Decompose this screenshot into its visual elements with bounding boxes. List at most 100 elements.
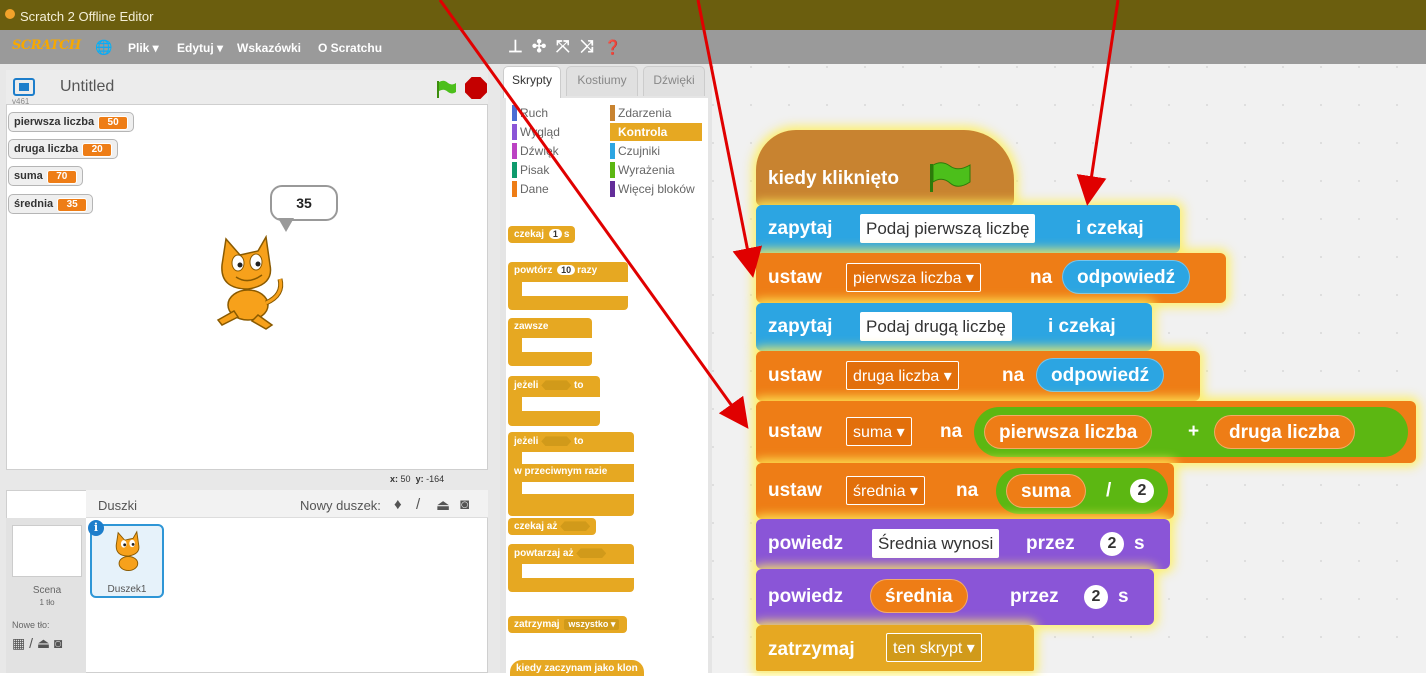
window-titlebar: Scratch 2 Offline Editor [0,0,1426,30]
scratch-app-icon [5,9,15,19]
help-icon[interactable]: ❓ [604,39,621,56]
monitor-value: 35 [57,198,88,212]
monitor-druga-liczba[interactable]: druga liczba 20 [8,139,119,159]
category-sensing[interactable]: Czujniki [610,142,702,160]
x-value: 50 [400,474,411,484]
say-text-input[interactable]: Średnia wynosi [872,529,1000,558]
menu-file[interactable]: Plik ▾ [128,41,159,55]
camera-sprite-icon[interactable]: ◙ [460,496,469,513]
variable-reporter-suma[interactable]: suma [1006,474,1086,508]
say-for-secs-block-2[interactable]: powiedz średnia przez 2 s [756,569,1154,625]
new-backdrop-label: Nowe tło: [12,620,50,630]
monitor-value: 50 [98,116,129,130]
green-flag-icon[interactable] [436,80,456,98]
palette-wait-block[interactable]: czekaj 1s [508,226,576,243]
ask-block-2[interactable]: zapytaj Podaj drugą liczbę i czekaj [756,303,1152,351]
green-flag-icon [930,162,971,192]
say-seconds-input[interactable]: 2 [1084,585,1108,609]
monitor-srednia[interactable]: średnia 35 [8,194,94,214]
variable-dropdown[interactable]: średnia ▾ [846,476,925,505]
sprite-library-icon[interactable]: ♦ [394,496,402,513]
monitor-value: 70 [46,170,77,184]
tab-sounds[interactable]: Dźwięki [643,66,705,96]
variable-dropdown[interactable]: suma ▾ [846,417,912,446]
speech-bubble: 35 [270,185,338,221]
delete-icon[interactable]: ✣ [532,37,546,57]
variable-reporter-pierwsza[interactable]: pierwsza liczba [984,415,1153,449]
menu-about[interactable]: O Scratchu [318,41,382,55]
mouse-coordinates: x: 50 y: -164 [390,474,444,484]
presentation-mode-icon[interactable] [13,78,35,96]
palette-stop-block[interactable]: zatrzymaj wszystko ▾ [508,616,628,633]
variable-reporter-druga[interactable]: druga liczba [1214,415,1355,449]
ask-input-1[interactable]: Podaj pierwszą liczbę [860,214,1036,243]
category-control[interactable]: Kontrola [610,123,702,141]
language-globe-icon[interactable]: 🌐 [95,39,112,56]
cat-sprite[interactable] [200,235,290,330]
category-events[interactable]: Zdarzenia [610,104,702,122]
sprite-thumbnail-cat [115,530,140,571]
divisor-input[interactable]: 2 [1130,479,1154,503]
palette-wait-until-block[interactable]: czekaj aż [508,518,597,535]
window-title: Scratch 2 Offline Editor [20,9,154,24]
category-pen[interactable]: Pisak [512,161,604,179]
category-data[interactable]: Dane [512,180,604,198]
monitor-label: druga liczba [14,143,79,155]
new-backdrop-icons[interactable]: ▦ / ⏏ ◙ [12,635,62,652]
y-value: -164 [426,474,445,484]
set-pierwsza-liczba-block[interactable]: ustaw pierwsza liczba ▾ na odpowiedź [756,253,1226,303]
set-druga-liczba-block[interactable]: ustaw druga liczba ▾ na odpowiedź [756,351,1200,401]
category-sound[interactable]: Dźwięk [512,142,604,160]
ask-block-1[interactable]: zapytaj Podaj pierwszą liczbę i czekaj [756,205,1180,253]
category-more-blocks[interactable]: Więcej bloków [610,180,702,198]
scratch-logo[interactable]: SCRATCH [12,38,81,53]
answer-reporter[interactable]: odpowiedź [1062,260,1191,294]
variable-dropdown[interactable]: pierwsza liczba ▾ [846,263,981,292]
monitor-label: średnia [14,198,54,210]
palette-clone-hat-block[interactable]: kiedy zaczynam jako klon [510,660,644,676]
y-label: y: [415,474,424,484]
monitor-label: suma [14,170,43,182]
set-srednia-block[interactable]: ustaw średnia ▾ na suma / 2 [756,463,1174,519]
hat-label: kiedy kliknięto [768,168,899,189]
new-sprite-label: Nowy duszek: [300,498,381,513]
ask-input-2[interactable]: Podaj drugą liczbę [860,312,1012,341]
monitor-label: pierwsza liczba [14,116,95,128]
category-looks[interactable]: Wygląd [512,123,604,141]
say-for-secs-block-1[interactable]: powiedz Średnia wynosi przez 2 s [756,519,1170,569]
info-icon[interactable]: i [88,520,104,536]
answer-reporter[interactable]: odpowiedź [1036,358,1165,392]
tab-costumes[interactable]: Kostiumy [566,66,638,96]
sprites-title: Duszki [98,498,138,513]
category-motion[interactable]: Ruch [512,104,604,122]
say-seconds-input[interactable]: 2 [1100,532,1124,556]
scene-label: Scena [32,585,62,596]
variable-dropdown[interactable]: druga liczba ▾ [846,361,959,390]
tab-scripts[interactable]: Skrypty [503,66,561,98]
project-title[interactable]: Untitled [60,78,114,96]
grow-icon[interactable]: ⤧ [556,37,570,57]
sprites-header [86,490,488,518]
when-flag-clicked-block[interactable]: kiedy kliknięto [756,130,1014,206]
palette-else-label: w przeciwnym razie [514,466,608,477]
upload-sprite-icon[interactable]: ⏏ [436,496,450,514]
stop-option-dropdown[interactable]: ten skrypt ▾ [886,633,982,662]
menu-tips[interactable]: Wskazówki [237,41,301,55]
variable-reporter-srednia[interactable]: średnia [870,579,968,613]
sprite-name: Duszek1 [107,584,147,595]
monitor-suma[interactable]: suma 70 [8,166,83,186]
menu-edit[interactable]: Edytuj ▾ [177,41,223,55]
duplicate-icon[interactable]: ⊥ [508,37,523,57]
shrink-icon[interactable]: ⤨ [580,37,594,57]
set-suma-block[interactable]: ustaw suma ▾ na pierwsza liczba + druga … [756,401,1416,463]
monitor-value: 20 [82,143,113,157]
paint-sprite-icon[interactable]: / [416,496,420,513]
backdrop-count: 1 tło [39,598,55,607]
stop-block[interactable]: zatrzymaj ten skrypt ▾ [756,625,1034,671]
category-operators[interactable]: Wyrażenia [610,161,702,179]
stage-thumbnail[interactable] [12,525,82,577]
speech-bubble-tail [278,218,294,232]
monitor-pierwsza-liczba[interactable]: pierwsza liczba 50 [8,112,135,132]
palette-forever-label: zawsze [514,321,549,332]
x-label: x: [390,474,399,484]
